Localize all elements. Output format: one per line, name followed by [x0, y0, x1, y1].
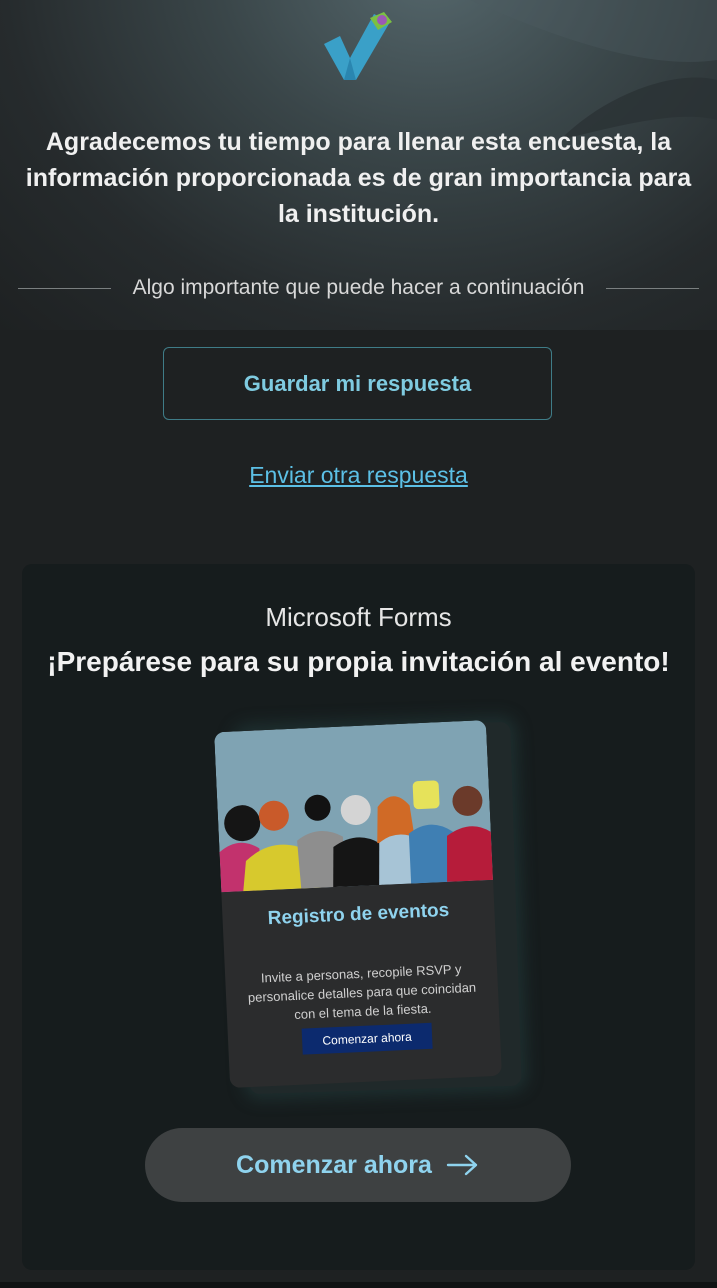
start-now-label[interactable]: Comenzar ahora	[236, 1151, 432, 1180]
thank-you-line: la institución.	[277, 200, 440, 228]
divider-line-left	[18, 287, 111, 289]
save-response-button[interactable]: Guardar mi respuesta	[163, 347, 552, 420]
thank-you-line: Agradecemos tu tiempo para llenar esta e…	[45, 128, 672, 156]
preview-title: Registro de eventos	[267, 899, 450, 930]
preview-description: Invite a personas, recopile RSVP y perso…	[247, 961, 477, 1022]
divider-line-right	[606, 287, 700, 289]
promo-title: ¡Prepárese para su propia invitación al …	[47, 646, 670, 677]
arrow-right-icon	[446, 1154, 478, 1176]
promo-card: Microsoft Forms ¡Prepárese para su propi…	[22, 564, 695, 1270]
start-now-button[interactable]: Comenzar ahora	[145, 1128, 571, 1202]
promo-brand: Microsoft Forms	[265, 602, 452, 632]
thank-you-message: Agradecemos tu tiempo para llenar esta e…	[0, 124, 717, 232]
thank-you-line: información proporcionada es de gran imp…	[25, 164, 692, 192]
divider-label: Algo importante que puede hacer a contin…	[132, 276, 585, 299]
event-registration-preview: Registro de eventos Invite a personas, r…	[214, 720, 502, 1088]
preview-start-button: Comenzar ahora	[301, 1022, 433, 1055]
submit-another-response-label[interactable]: Enviar otra respuesta	[249, 462, 468, 488]
bottom-edge	[0, 1282, 717, 1288]
submit-another-response-link[interactable]: Enviar otra respuesta	[0, 462, 717, 489]
people-illustration	[214, 720, 494, 893]
check-icon	[324, 12, 392, 80]
next-steps-divider: Algo importante que puede hacer a contin…	[18, 272, 700, 304]
